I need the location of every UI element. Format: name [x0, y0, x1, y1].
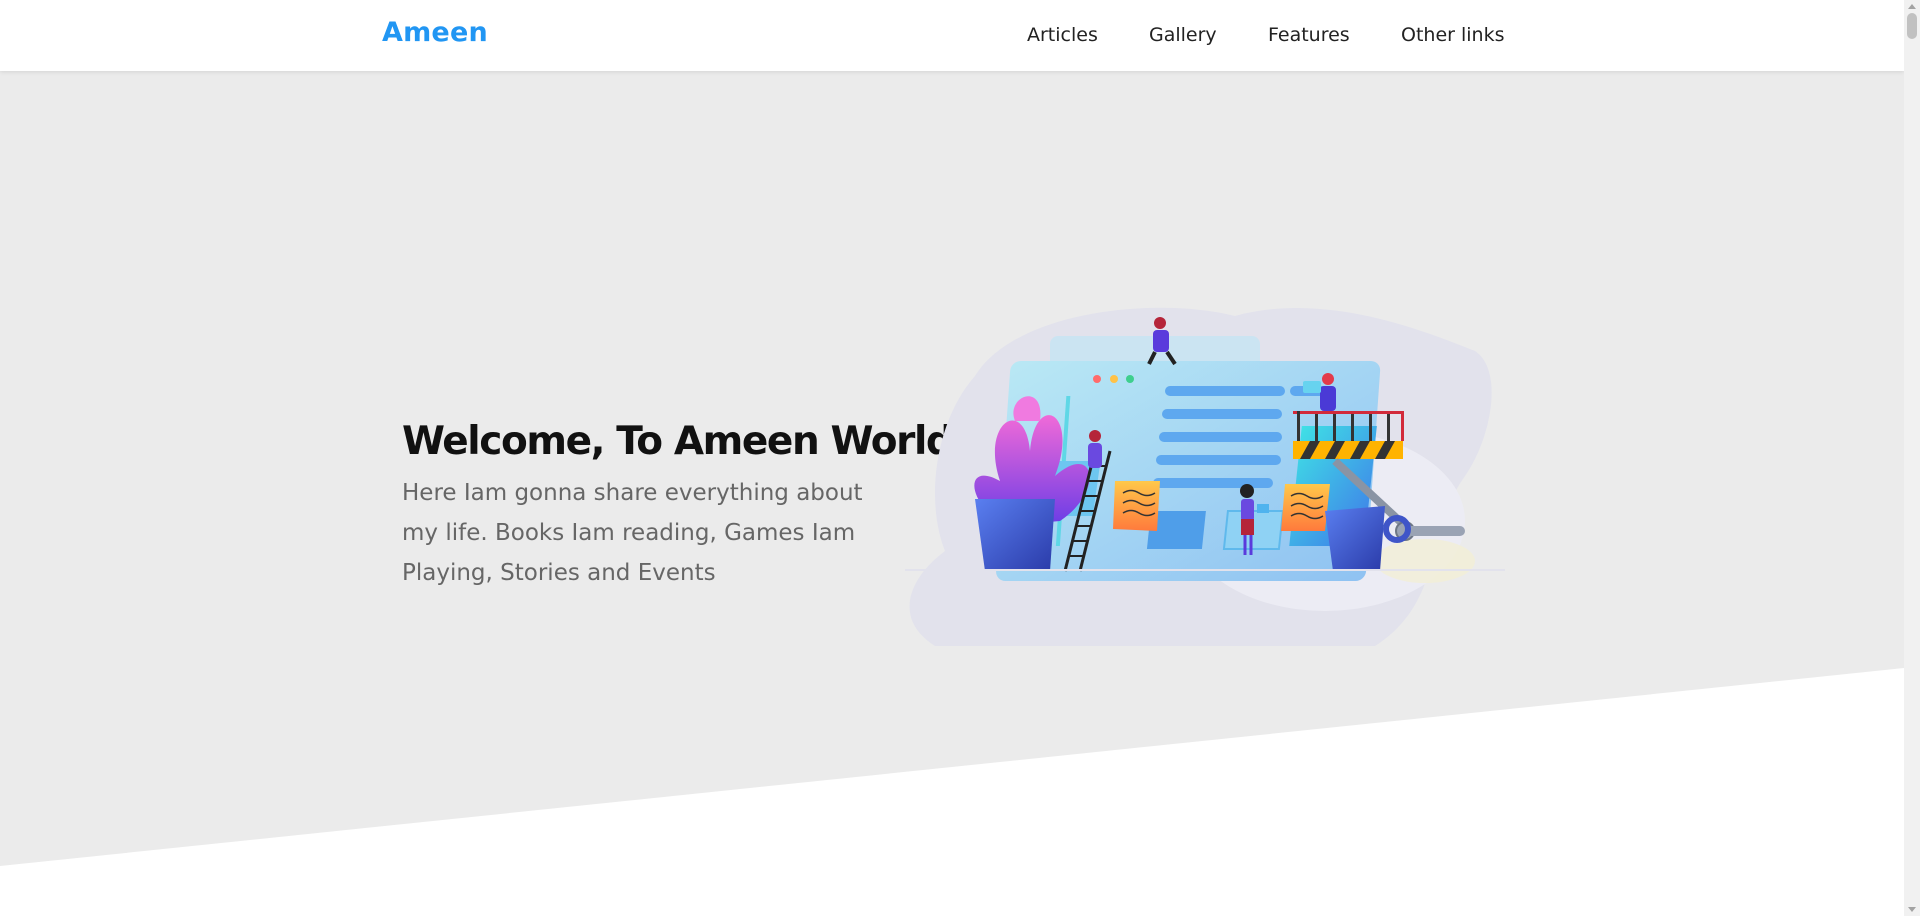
scroll-up-arrow-icon[interactable]: [1908, 4, 1916, 9]
viewport: Ameen Articles Gallery Features Other li…: [0, 0, 1904, 916]
page: Ameen Articles Gallery Features Other li…: [0, 0, 1920, 916]
nav-link-gallery[interactable]: Gallery: [1149, 24, 1217, 46]
nav-link-articles[interactable]: Articles: [1027, 24, 1098, 46]
site-header: Ameen Articles Gallery Features Other li…: [0, 0, 1904, 71]
scrollbar-thumb[interactable]: [1907, 13, 1917, 39]
nav-link-other-links[interactable]: Other links: [1401, 24, 1505, 46]
nav-link-features[interactable]: Features: [1268, 24, 1350, 46]
vertical-scrollbar[interactable]: [1904, 0, 1920, 916]
hero-title: Welcome, To Ameen World: [402, 419, 954, 464]
hero-description: Here Iam gonna share everything about my…: [402, 480, 863, 586]
web-design-team-illustration-icon: [905, 307, 1505, 646]
hero-section: Welcome, To Ameen World Here Iam gonna s…: [0, 71, 1904, 916]
brand-logo-link[interactable]: Ameen: [382, 17, 488, 48]
scroll-down-arrow-icon[interactable]: [1908, 907, 1916, 912]
